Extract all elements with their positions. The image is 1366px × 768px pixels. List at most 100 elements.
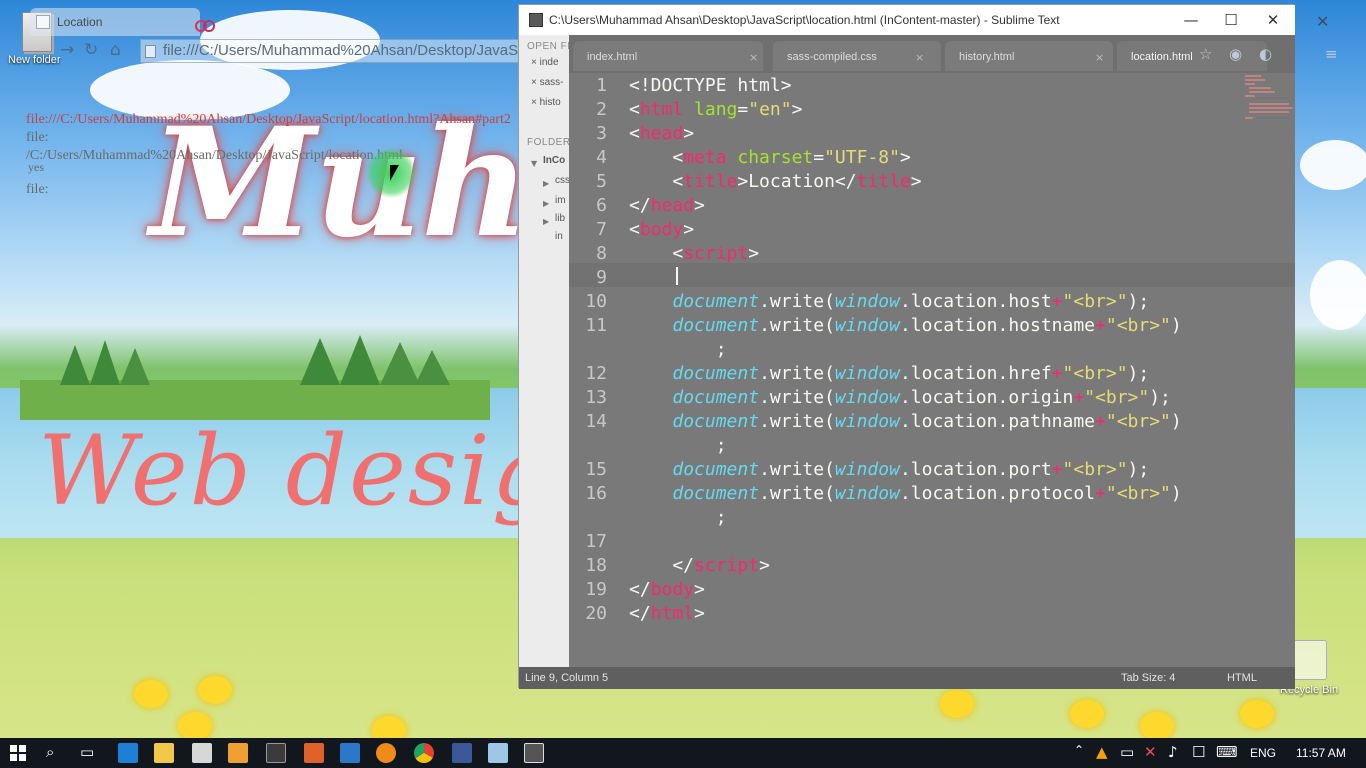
line-number: 20: [585, 603, 607, 624]
folder-item[interactable]: lib: [555, 213, 565, 224]
close-icon[interactable]: ✕: [1316, 12, 1329, 31]
folder-collapsed-icon[interactable]: ▶: [543, 217, 549, 226]
chrome-icon[interactable]: [414, 743, 434, 763]
windows-start-icon[interactable]: [10, 745, 26, 761]
tab-sass-compiled[interactable]: sass-compiled.css ×: [773, 41, 941, 71]
code-line: <meta charset="UTF-8">: [629, 147, 911, 168]
firefox-icon[interactable]: [304, 743, 324, 763]
star-icon[interactable]: ☆: [1199, 45, 1212, 63]
network-icon[interactable]: ✕: [1144, 743, 1157, 761]
recycle-bin-icon[interactable]: [1293, 640, 1327, 680]
code-line-wrap: ;: [715, 435, 727, 456]
code-line: <title>Location</title>: [629, 171, 922, 192]
folder-collapsed-icon[interactable]: ▶: [543, 199, 549, 208]
line-number: 4: [596, 147, 607, 168]
code-line: document.write(window.location.href+"<br…: [672, 363, 1150, 384]
code-line: document.write(window.location.pathname+…: [672, 411, 1182, 432]
sublime-taskbar-icon[interactable]: [524, 743, 544, 763]
browser-window: Location → ↻ ⌂ file:///C:/Users/Muhammad…: [18, 0, 728, 738]
title-bar[interactable]: C:\Users\Muhammad Ahsan\Desktop\JavaScri…: [519, 5, 1295, 35]
address-bar[interactable]: file:///C:/Users/Muhammad%20Ahsan/Deskto…: [140, 39, 728, 63]
syntax-mode[interactable]: HTML: [1227, 672, 1257, 684]
close-window-icon[interactable]: ✕: [1253, 9, 1293, 31]
minimize-icon[interactable]: —: [1171, 9, 1211, 31]
notes-icon[interactable]: [488, 743, 508, 763]
vlc-icon[interactable]: ▲: [1096, 743, 1108, 761]
chevron-up-icon[interactable]: ⌃: [1074, 743, 1084, 757]
media-player-icon[interactable]: [228, 743, 248, 763]
open-file-item[interactable]: × inde: [531, 57, 559, 68]
output-href: file:///C:/Users/Muhammad%20Ahsan/Deskto…: [26, 112, 511, 127]
line-number: 17: [585, 531, 607, 552]
output-protocol-2: file:: [26, 182, 49, 197]
store-icon[interactable]: [192, 743, 212, 763]
code-line-wrap: ;: [715, 507, 727, 528]
open-file-item[interactable]: × histo: [531, 97, 561, 108]
volume-icon[interactable]: ♪: [1168, 743, 1178, 761]
search-icon[interactable]: ⌕: [46, 743, 54, 761]
page-icon: [145, 45, 156, 58]
line-number: 8: [596, 243, 607, 264]
line-number: 19: [585, 579, 607, 600]
edge-browser-icon[interactable]: [118, 743, 138, 763]
line-number: 13: [585, 387, 607, 408]
minimap[interactable]: [1245, 73, 1293, 119]
menu-icon[interactable]: ≡: [1325, 45, 1338, 63]
maximize-icon[interactable]: ☐: [1211, 9, 1251, 31]
contacts-icon[interactable]: [340, 743, 360, 763]
code-line: </html>: [629, 603, 705, 624]
mouse-cursor-icon: [390, 165, 399, 181]
folder-collapsed-icon[interactable]: ▶: [543, 179, 549, 188]
output-pathname: /C:/Users/Muhammad%20Ahsan/Desktop/JavaS…: [26, 148, 403, 163]
facebook-icon[interactable]: [452, 743, 472, 763]
root-folder[interactable]: InCo: [543, 155, 565, 166]
code-line: <script>: [629, 243, 760, 264]
line-number: 7: [596, 219, 607, 240]
browser-tab[interactable]: Location: [30, 8, 215, 36]
language-indicator[interactable]: ENG: [1250, 746, 1276, 760]
skype-icon[interactable]: ◉: [1229, 45, 1242, 63]
folder-item[interactable]: css: [555, 175, 569, 186]
output-protocol: file:: [26, 130, 49, 145]
code-line: document.write(window.location.protocol+…: [672, 483, 1182, 504]
paint-icon[interactable]: [376, 743, 396, 763]
home-icon[interactable]: ⌂: [110, 40, 121, 60]
battery-icon[interactable]: ▭: [1120, 743, 1134, 761]
line-number: 16: [585, 483, 607, 504]
code-line: <html lang="en">: [629, 99, 803, 120]
line-gutter: 1 2 3 4 5 6 7 8 9 10 11 12 13 14 15 16 1…: [569, 73, 625, 667]
keyboard-icon[interactable]: ⌨: [1216, 743, 1238, 761]
file-item[interactable]: in: [555, 231, 563, 242]
folder-expanded-icon[interactable]: ▼: [531, 159, 537, 168]
tab-size[interactable]: Tab Size: 4: [1121, 672, 1175, 684]
tab-bar: index.html × sass-compiled.css × history…: [569, 35, 1338, 73]
tab-history[interactable]: history.html ×: [945, 41, 1113, 71]
folder-item[interactable]: im: [555, 195, 566, 206]
tab-close-icon: ×: [1095, 51, 1105, 64]
extension-icon[interactable]: ◐: [1259, 45, 1272, 63]
status-bar: Line 9, Column 5 Tab Size: 4 HTML: [519, 667, 1295, 689]
file-explorer-icon[interactable]: [154, 743, 174, 763]
back-icon[interactable]: →: [60, 40, 74, 60]
code-line: document.write(window.location.origin+"<…: [672, 387, 1171, 408]
clock[interactable]: 11:57 AM: [1296, 746, 1346, 760]
open-file-item[interactable]: × sass-: [531, 77, 564, 88]
browser-tab-title: Location: [57, 15, 103, 29]
video-editor-icon[interactable]: [266, 743, 286, 763]
line-number: 15: [585, 459, 607, 480]
task-view-icon[interactable]: ▭: [80, 743, 94, 761]
output-extra: yes: [28, 160, 44, 174]
sublime-text-window: C:\Users\Muhammad Ahsan\Desktop\JavaScri…: [518, 4, 1338, 689]
code-line: </body>: [629, 579, 705, 600]
code-editor[interactable]: 1 2 3 4 5 6 7 8 9 10 11 12 13 14 15 16 1…: [569, 73, 1295, 667]
line-number: 14: [585, 411, 607, 432]
tab-close-icon: ×: [915, 51, 925, 64]
tab-close-icon[interactable]: [195, 20, 221, 34]
code-line: </head>: [629, 195, 705, 216]
tab-location[interactable]: location.html: [1117, 41, 1267, 71]
reload-icon[interactable]: ↻: [84, 40, 98, 60]
tab-index[interactable]: index.html ×: [573, 41, 763, 71]
notification-icon[interactable]: ☐: [1192, 743, 1205, 761]
line-number: 18: [585, 555, 607, 576]
code-line: document.write(window.location.hostname+…: [672, 315, 1182, 336]
